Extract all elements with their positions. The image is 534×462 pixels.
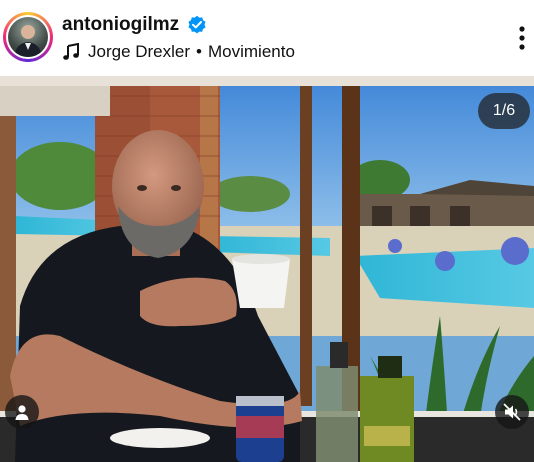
avatar[interactable] xyxy=(8,17,48,57)
music-note-icon xyxy=(63,43,79,60)
story-ring[interactable] xyxy=(3,12,53,62)
carousel-counter: 1/6 xyxy=(478,93,530,129)
photo-scene xyxy=(0,76,534,462)
music-artist: Jorge Drexler xyxy=(88,42,191,61)
more-vertical-icon[interactable] xyxy=(518,24,526,52)
mute-button[interactable] xyxy=(495,395,529,429)
verified-badge-icon xyxy=(188,15,206,34)
tag-people-button[interactable] xyxy=(5,395,39,429)
username[interactable]: antoniogilmz xyxy=(62,14,179,36)
music-song: Movimiento xyxy=(208,42,295,61)
post-header: antoniogilmz Jorge Drexler • Movimiento xyxy=(0,0,534,76)
muted-speaker-icon xyxy=(503,403,521,421)
post-photo[interactable] xyxy=(0,76,534,462)
music-attribution[interactable]: Jorge Drexler • Movimiento xyxy=(62,42,295,62)
music-separator: • xyxy=(196,42,202,61)
user-tag-icon xyxy=(15,405,29,420)
